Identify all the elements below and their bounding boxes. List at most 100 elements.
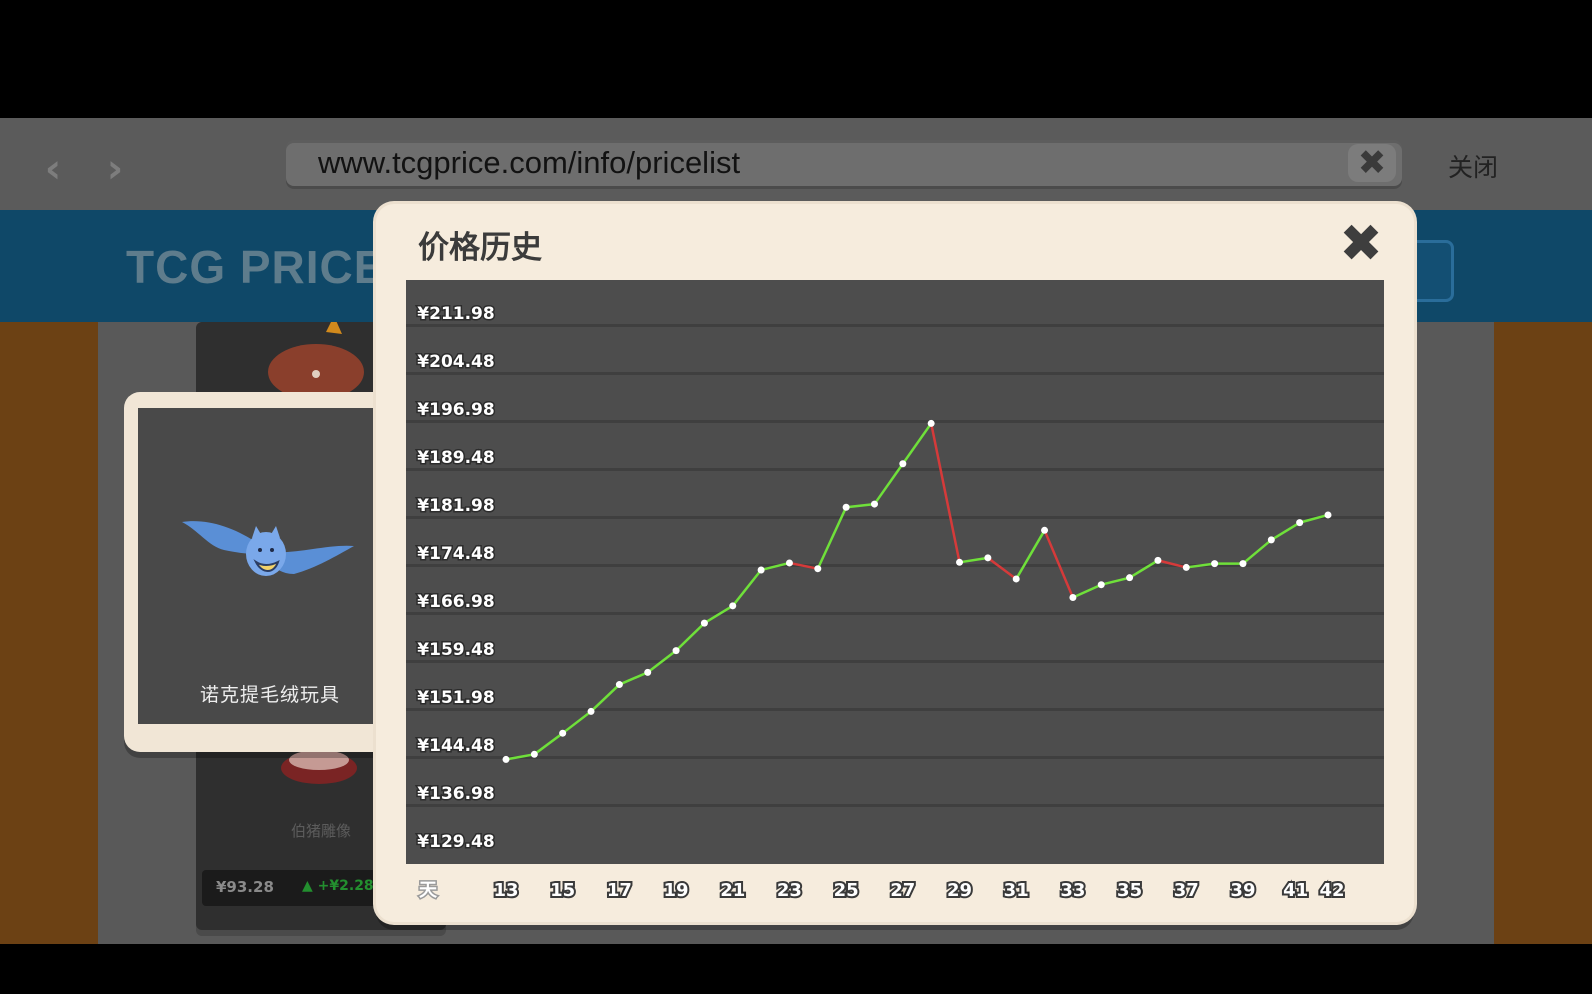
y-tick-label: ¥151.98 [417, 688, 494, 708]
item-card: 诺克提毛绒玩具 [124, 392, 402, 752]
price-point[interactable] [530, 750, 538, 758]
price-point[interactable] [984, 554, 992, 562]
pig-statue-icon [268, 322, 364, 392]
close-browser-button[interactable]: 关闭 [1448, 148, 1498, 184]
gridline [406, 708, 1384, 711]
gridline [406, 612, 1384, 615]
price-change: ▲ +¥2.28 [302, 878, 374, 894]
price-point[interactable] [899, 460, 907, 468]
close-icon[interactable]: ✖ [1335, 218, 1387, 270]
price-history-modal: 价格历史 ✖ ¥211.98 ¥204.48 ¥196.98 ¥189.48 ¥181.… [376, 204, 1414, 922]
browser-toolbar: ‹ › www.tcgprice.com/info/pricelist ✖ 关闭 [0, 118, 1592, 210]
bat-icon [182, 521, 354, 576]
gridline [406, 420, 1384, 423]
price-chart-svg: ¥211.98 ¥204.48 ¥196.98 ¥189.48 ¥181.98 ¥174.… [406, 303, 1384, 854]
x-tick-label: 15 [550, 880, 575, 901]
price-line-segment [1241, 538, 1273, 565]
y-tick-label: ¥181.98 [417, 496, 494, 516]
x-tick-label: 37 [1174, 880, 1199, 901]
price-point[interactable] [927, 419, 935, 427]
price-point[interactable] [729, 602, 737, 610]
forward-arrow-icon[interactable]: › [92, 146, 138, 192]
price-line-segment [1099, 576, 1131, 586]
price-chart: ¥211.98 ¥204.48 ¥196.98 ¥189.48 ¥181.98 ¥174.… [406, 280, 1384, 864]
price-point[interactable] [672, 647, 680, 655]
y-tick-label: ¥144.48 [417, 736, 494, 756]
price-point[interactable] [1182, 563, 1190, 571]
up-arrow-icon: ▲ [302, 878, 313, 894]
y-tick-label: ¥159.48 [417, 640, 494, 660]
price-point[interactable] [700, 619, 708, 627]
gridline [406, 804, 1384, 807]
price-line-segment [533, 731, 564, 756]
x-tick-label: 25 [834, 880, 859, 901]
price-line-segment [561, 710, 593, 735]
x-axis: 天 13 15 17 19 21 23 25 27 29 31 33 35 37 39 41 42 [406, 864, 1384, 914]
gridline [406, 468, 1384, 471]
price-point[interactable] [1324, 511, 1332, 519]
x-tick-label: 27 [890, 880, 915, 901]
site-logo: TCG PRICE [126, 241, 386, 293]
gridline [406, 324, 1384, 327]
price-point[interactable] [956, 558, 964, 566]
price-line-segment [1014, 529, 1046, 581]
back-arrow-icon[interactable]: ‹ [30, 146, 76, 192]
x-axis-svg: 天 13 15 17 19 21 23 25 27 29 31 33 35 37 39 41 42 [418, 878, 1347, 903]
price-line-segment [618, 671, 649, 686]
clear-url-icon[interactable]: ✖ [1348, 144, 1396, 182]
price-point[interactable] [1154, 556, 1162, 564]
price-line-segment [731, 568, 763, 608]
price-point[interactable] [644, 668, 652, 676]
price-line-segment [958, 556, 990, 564]
gridline [406, 516, 1384, 519]
letterbox-bottom [0, 944, 1592, 994]
price-line-segment [901, 422, 933, 466]
url-text[interactable]: www.tcgprice.com/info/pricelist [318, 140, 740, 186]
x-tick-label: 31 [1004, 880, 1029, 901]
x-tick-label: 17 [607, 880, 632, 901]
gridline [406, 372, 1384, 375]
price-point[interactable] [1012, 575, 1020, 583]
price-point[interactable] [587, 707, 595, 715]
url-bar[interactable]: www.tcgprice.com/info/pricelist ✖ [286, 140, 1402, 186]
price-point[interactable] [502, 755, 510, 763]
price-change-value: +¥2.28 [317, 878, 374, 894]
x-tick-label: 42 [1319, 880, 1344, 901]
price-point[interactable] [870, 500, 878, 508]
item-card-body: 诺克提毛绒玩具 [138, 408, 402, 724]
modal-title: 价格历史 [418, 230, 542, 266]
price-line-segment [1128, 559, 1160, 579]
gridline [406, 660, 1384, 663]
x-tick-label: 33 [1060, 880, 1085, 901]
price-line-segment [674, 621, 706, 652]
price-point[interactable] [785, 559, 793, 567]
price-point[interactable] [1126, 574, 1134, 582]
price-point[interactable] [1069, 594, 1077, 602]
price-point[interactable] [1267, 536, 1275, 544]
price-line-segment [589, 683, 621, 713]
y-tick-label: ¥189.48 [417, 448, 494, 468]
price-line-segment [1071, 583, 1103, 599]
price-line-segment [1043, 529, 1075, 599]
x-tick-label: 13 [493, 880, 518, 901]
y-tick-label: ¥174.48 [417, 544, 494, 564]
price-point[interactable] [1097, 581, 1105, 589]
price-point[interactable] [814, 565, 822, 573]
product-price: ¥93.28 [216, 878, 274, 896]
price-point[interactable] [615, 681, 623, 689]
price-point[interactable] [757, 566, 765, 574]
price-point[interactable] [842, 503, 850, 511]
price-point[interactable] [1296, 519, 1304, 527]
y-tick-label: ¥136.98 [417, 784, 494, 804]
x-tick-label: 19 [664, 880, 689, 901]
price-point[interactable] [1239, 560, 1247, 568]
price-point[interactable] [1041, 526, 1049, 534]
x-axis-label: 天 [419, 880, 438, 901]
price-point[interactable] [559, 729, 567, 737]
price-point[interactable] [1211, 560, 1219, 568]
price-line-segment [986, 556, 1018, 581]
x-tick-label: 21 [720, 880, 745, 901]
x-tick-label: 39 [1230, 880, 1255, 901]
y-tick-label: ¥129.48 [417, 832, 494, 852]
price-line-segment [1270, 521, 1301, 542]
